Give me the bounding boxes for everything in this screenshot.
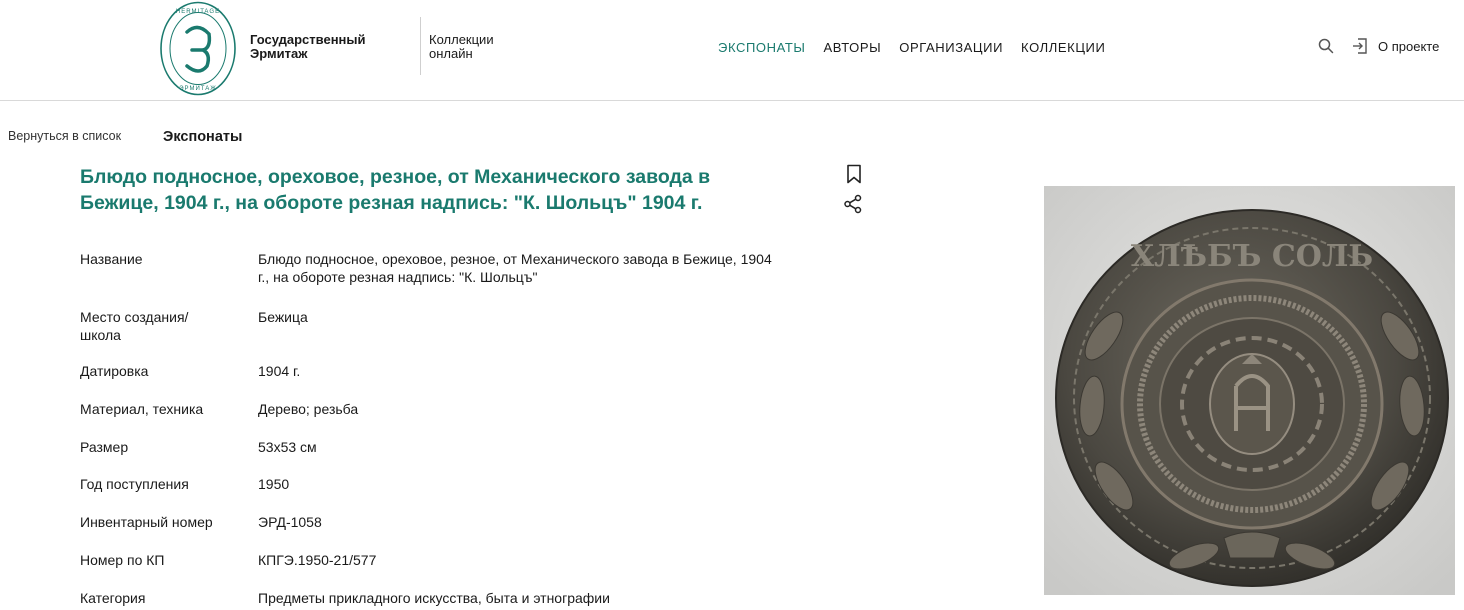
brand-line-2: Эрмитаж bbox=[250, 46, 308, 61]
brand-name[interactable]: Государственный Эрмитаж bbox=[250, 33, 366, 61]
property-label: Год поступления bbox=[80, 476, 189, 492]
bookmark-icon[interactable] bbox=[846, 164, 862, 184]
property-value: 53x53 см bbox=[258, 439, 317, 455]
about-project-link[interactable]: О проекте bbox=[1378, 39, 1439, 54]
property-label: Датировка bbox=[80, 363, 149, 379]
nav-item-organizations[interactable]: ОРГАНИЗАЦИИ bbox=[899, 40, 1003, 55]
header-divider bbox=[420, 17, 421, 75]
property-label: Название bbox=[80, 251, 143, 267]
logo-text-bottom: ЭРМИТАЖ bbox=[179, 86, 217, 92]
property-value: 1904 г. bbox=[258, 363, 301, 379]
main-nav: ЭКСПОНАТЫ АВТОРЫ ОРГАНИЗАЦИИ КОЛЛЕКЦИИ bbox=[718, 40, 1123, 55]
property-label: Категория bbox=[80, 590, 146, 606]
share-icon[interactable] bbox=[843, 194, 863, 214]
search-icon[interactable] bbox=[1318, 38, 1334, 54]
collections-line-2: онлайн bbox=[429, 46, 473, 61]
collections-online-title[interactable]: Коллекции онлайн bbox=[429, 33, 494, 61]
property-value: Блюдо подносное, ореховое, резное, от Ме… bbox=[258, 251, 772, 285]
property-label: Материал, техника bbox=[80, 401, 204, 417]
section-label: Экспонаты bbox=[163, 129, 243, 145]
nav-item-authors[interactable]: АВТОРЫ bbox=[824, 40, 882, 55]
site-header: HERMITAGE ЭРМИТАЖ Государственный Эрмита… bbox=[0, 0, 1464, 101]
property-value[interactable]: Предметы прикладного искусства, быта и э… bbox=[258, 589, 778, 607]
property-value: ЭРД-1058 bbox=[258, 514, 322, 530]
object-photo[interactable]: ХЛѢБЪ СОЛЬ bbox=[1044, 186, 1455, 595]
property-value[interactable]: Дерево; резьба bbox=[258, 400, 778, 418]
property-label: Номер по КП bbox=[80, 552, 165, 568]
object-title: Блюдо подносное, ореховое, резное, от Ме… bbox=[80, 166, 711, 214]
property-label: Место создания/ школа bbox=[80, 309, 189, 343]
hermitage-logo[interactable]: HERMITAGE ЭРМИТАЖ bbox=[159, 0, 237, 97]
property-label: Инвентарный номер bbox=[80, 514, 213, 530]
nav-item-collections[interactable]: КОЛЛЕКЦИИ bbox=[1021, 40, 1105, 55]
property-value: КПГЭ.1950-21/577 bbox=[258, 552, 377, 568]
property-value: 1950 bbox=[258, 476, 290, 492]
property-label: Размер bbox=[80, 439, 129, 455]
login-icon[interactable] bbox=[1351, 37, 1369, 55]
collections-line-1: Коллекции bbox=[429, 32, 494, 47]
logo-text-top: HERMITAGE bbox=[176, 9, 220, 15]
property-value[interactable]: Бежица bbox=[258, 308, 778, 326]
nav-item-exhibits[interactable]: ЭКСПОНАТЫ bbox=[718, 40, 806, 55]
brand-line-1: Государственный bbox=[250, 32, 366, 47]
back-to-list-link[interactable]: Вернуться в список bbox=[8, 129, 121, 143]
plate-inscription: ХЛѢБЪ СОЛЬ bbox=[1131, 239, 1373, 274]
